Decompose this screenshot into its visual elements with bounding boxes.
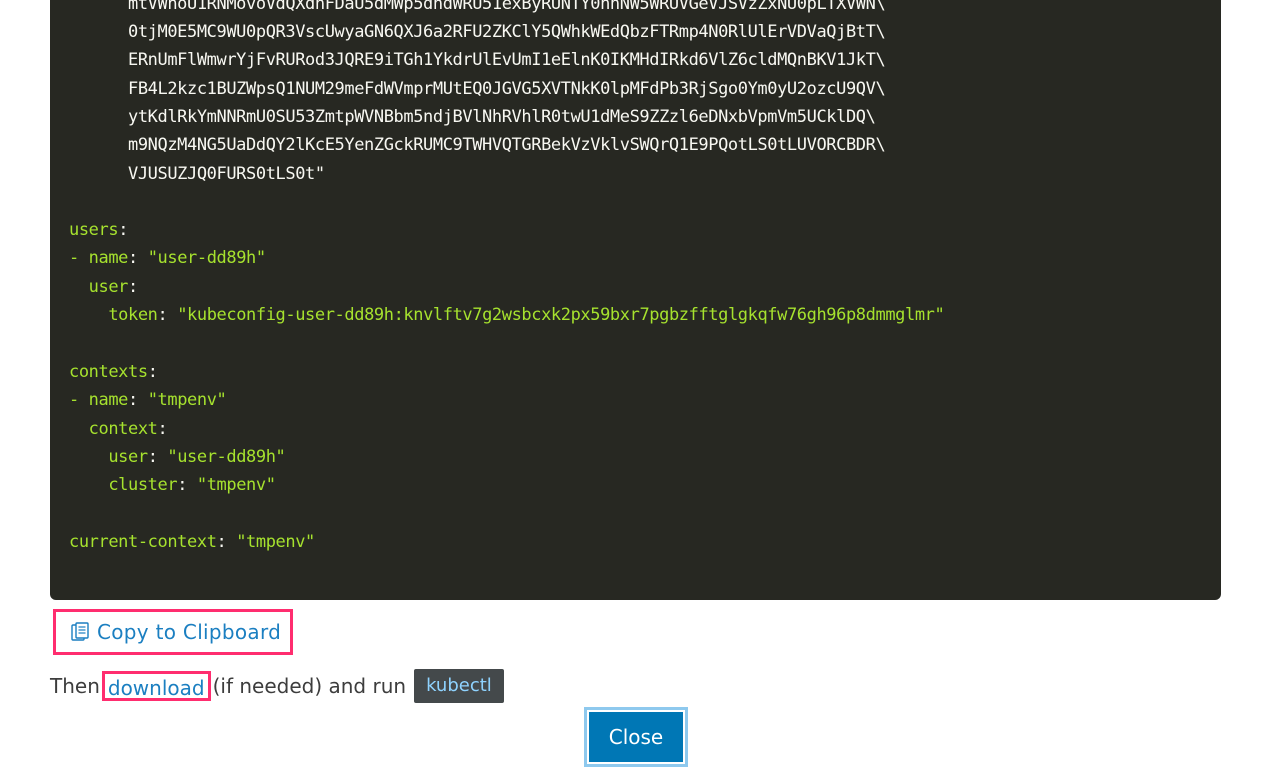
code-line: mtVWhoU1RNMovoVdQXdhFDaU5dMWp5dndWRU51ex… — [128, 0, 886, 14]
yaml-value: "tmpenv" — [236, 532, 315, 552]
yaml-value: "kubeconfig-user-dd89h:knvlftv7g2wsbcxk2… — [177, 305, 945, 325]
yaml-key: user — [88, 277, 129, 297]
yaml-key: name — [88, 248, 129, 268]
code-line-context-user: user: "user-dd89h" — [108, 447, 286, 467]
code-line: 0tjM0E5MC9WU0pQR3VscUwyaGN6QXJ6a2RFU2ZKC… — [128, 22, 886, 42]
kubeconfig-code-block: mtVWhoU1RNMovoVdQXdhFDaU5dMWp5dndWRU51ex… — [50, 0, 1221, 600]
code-line: FB4L2kzc1BUZWpsQ1NUM29meFdWVmprMUtEQ0JGV… — [128, 79, 886, 99]
yaml-value: "user-dd89h" — [147, 248, 266, 268]
yaml-key: token — [108, 305, 158, 325]
instructions-row: Then download (if needed) and run kubect… — [50, 668, 504, 704]
instructions-prefix: Then — [50, 674, 100, 698]
yaml-key: cluster — [108, 475, 178, 495]
yaml-key: current-context — [69, 532, 217, 552]
copy-to-clipboard-button[interactable]: Copy to Clipboard — [53, 609, 293, 655]
code-line-token: token: "kubeconfig-user-dd89h:knvlftv7g2… — [108, 305, 945, 325]
code-line: ERnUmFlWmwrYjFvRURod3JQRE9iTGh1YkdrUlEvU… — [128, 50, 886, 70]
yaml-key: user — [108, 447, 148, 467]
close-button[interactable]: Close — [584, 707, 688, 767]
yaml-key: context — [88, 419, 158, 439]
code-line-cluster: cluster: "tmpenv" — [108, 475, 276, 495]
yaml-key: name — [88, 390, 129, 410]
copy-to-clipboard-label: Copy to Clipboard — [97, 620, 282, 644]
download-link[interactable]: download — [101, 671, 211, 701]
code-line-context-name: - name: "tmpenv" — [69, 390, 227, 410]
yaml-key: users — [69, 220, 119, 240]
instructions-middle: (if needed) and run — [212, 674, 407, 698]
yaml-value: "tmpenv" — [196, 475, 276, 495]
code-line-user: user: — [88, 277, 139, 297]
kubectl-command: kubectl — [414, 669, 504, 703]
yaml-value: "tmpenv" — [147, 390, 227, 410]
code-line: m9NQzM4NG5UaDdQY2lKcE5YenZGckRUMC9TWHVQT… — [128, 135, 886, 155]
clipboard-icon — [71, 622, 89, 642]
code-line-contexts: contexts: — [69, 362, 158, 382]
code-line-current-context: current-context: "tmpenv" — [69, 532, 315, 552]
code-line-context: context: — [88, 419, 168, 439]
yaml-key: contexts — [69, 362, 148, 382]
code-line: VJUSUZJQ0FURS0tLS0t" — [128, 164, 325, 184]
code-line: ytKdlRkYmNNRmU0SU53ZmtpWVNBbm5ndjBVlNhRV… — [128, 107, 876, 127]
code-line-users: users: — [69, 220, 129, 240]
code-line-user-name: - name: "user-dd89h" — [69, 248, 266, 268]
yaml-value: "user-dd89h" — [167, 447, 286, 467]
